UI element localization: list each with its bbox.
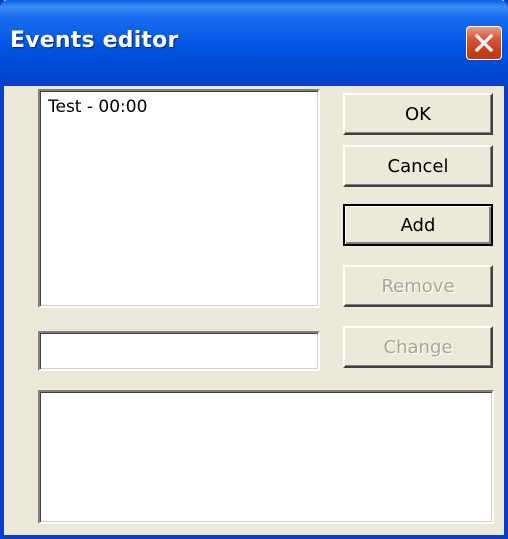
events-list[interactable]: Test - 00:00 xyxy=(38,89,320,308)
window-title: Events editor xyxy=(10,28,179,53)
ok-button[interactable]: OK xyxy=(343,93,493,135)
list-item[interactable]: Test - 00:00 xyxy=(48,97,147,117)
title-bar[interactable]: Events editor xyxy=(0,0,508,86)
add-button[interactable]: Add xyxy=(343,204,493,246)
event-description-field[interactable] xyxy=(38,390,494,524)
close-icon xyxy=(474,33,494,53)
remove-button[interactable]: Remove xyxy=(343,265,493,307)
close-button[interactable] xyxy=(466,26,502,60)
cancel-button[interactable]: Cancel xyxy=(343,145,493,187)
event-name-field[interactable] xyxy=(38,331,320,371)
events-editor-window: Events editor Test - 00:00 OK Cancel Add… xyxy=(0,0,508,539)
change-button[interactable]: Change xyxy=(343,326,493,368)
